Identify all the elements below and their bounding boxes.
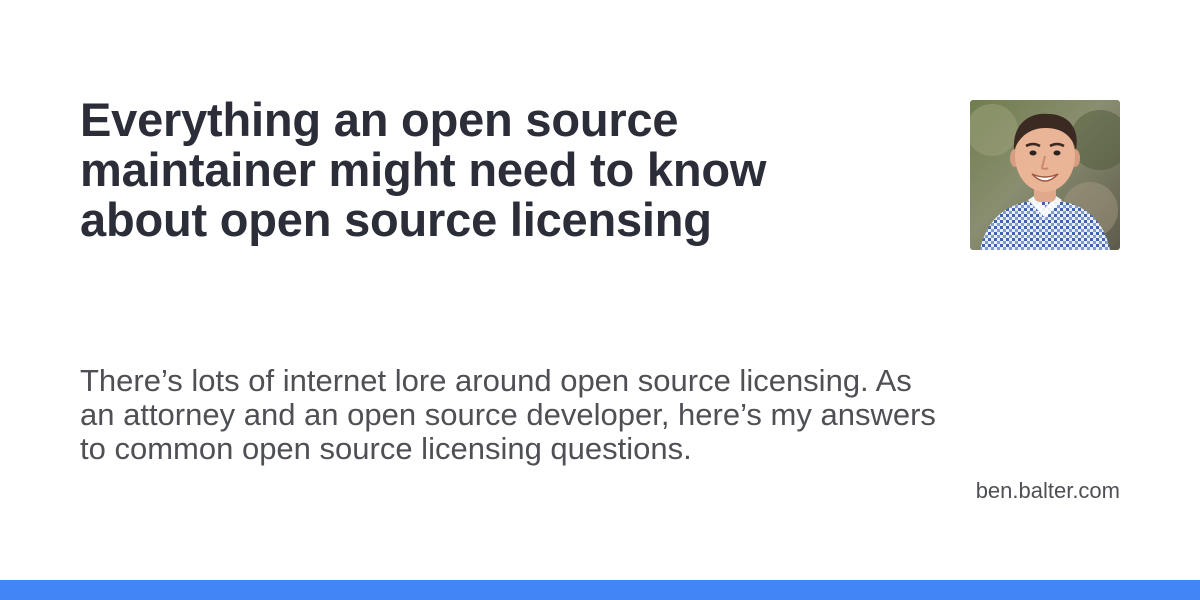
avatar-photo-icon (970, 100, 1120, 250)
social-card: Everything an open source maintainer mig… (0, 0, 1200, 600)
accent-bar (0, 580, 1200, 600)
site-domain: ben.balter.com (975, 478, 1120, 503)
post-description: There’s lots of internet lore around ope… (80, 363, 936, 466)
post-title: Everything an open source maintainer mig… (80, 93, 767, 246)
author-avatar (970, 100, 1120, 250)
